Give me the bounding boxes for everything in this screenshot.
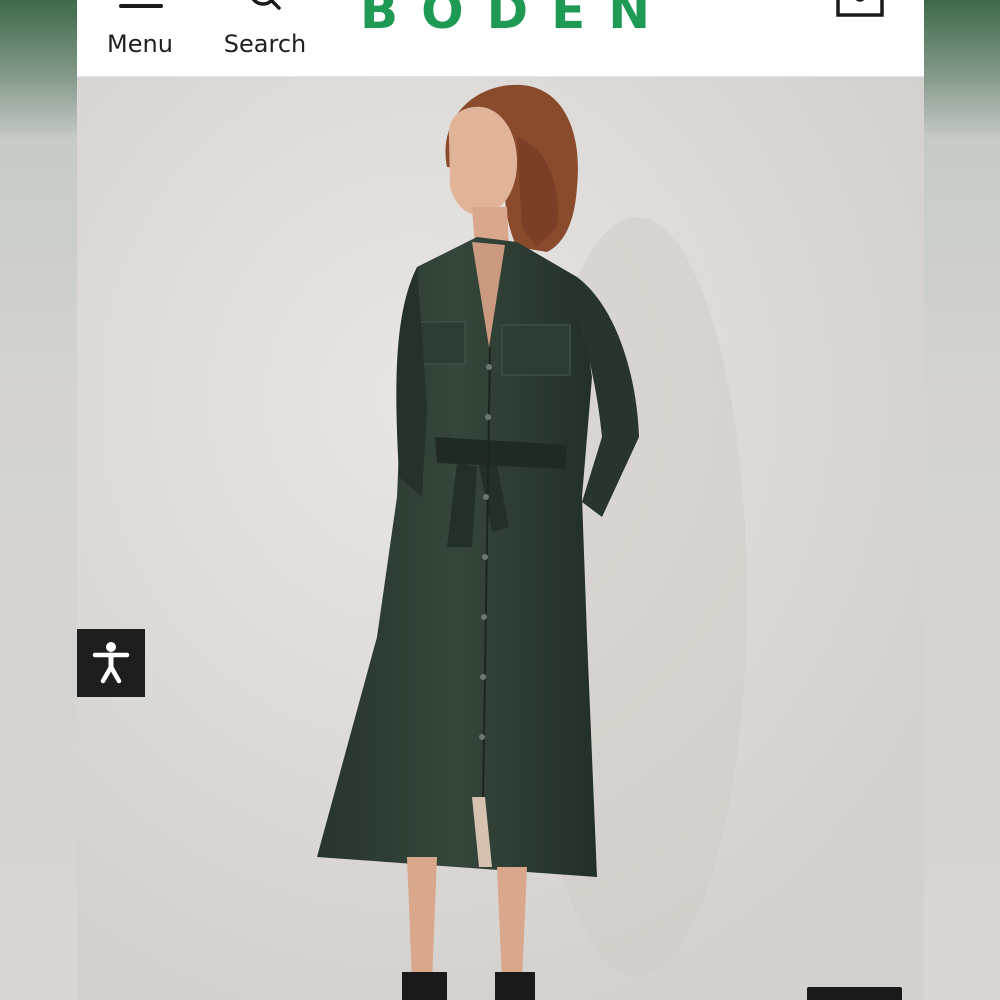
- menu-button[interactable]: Menu: [99, 0, 181, 76]
- accessibility-button[interactable]: [77, 629, 145, 697]
- site-header: Menu Search BODEN: [77, 0, 924, 77]
- search-button[interactable]: Search: [219, 0, 311, 76]
- search-label: Search: [223, 30, 307, 58]
- brand-logo[interactable]: BODEN: [360, 0, 650, 36]
- blurred-backdrop-left: [0, 0, 77, 1000]
- mobile-page: Menu Search BODEN: [77, 0, 924, 1000]
- screenshot-frame: Menu Search BODEN: [0, 0, 1000, 1000]
- shopping-bag-icon[interactable]: [835, 0, 887, 18]
- blurred-backdrop-right: [924, 0, 1000, 1000]
- model-photo-illustration: [77, 77, 924, 1000]
- hamburger-icon: [119, 4, 163, 8]
- floating-action-tab[interactable]: [807, 987, 902, 1000]
- search-icon: [251, 0, 281, 10]
- product-image[interactable]: [77, 77, 924, 1000]
- accessibility-icon: [92, 642, 130, 684]
- menu-label: Menu: [107, 30, 173, 58]
